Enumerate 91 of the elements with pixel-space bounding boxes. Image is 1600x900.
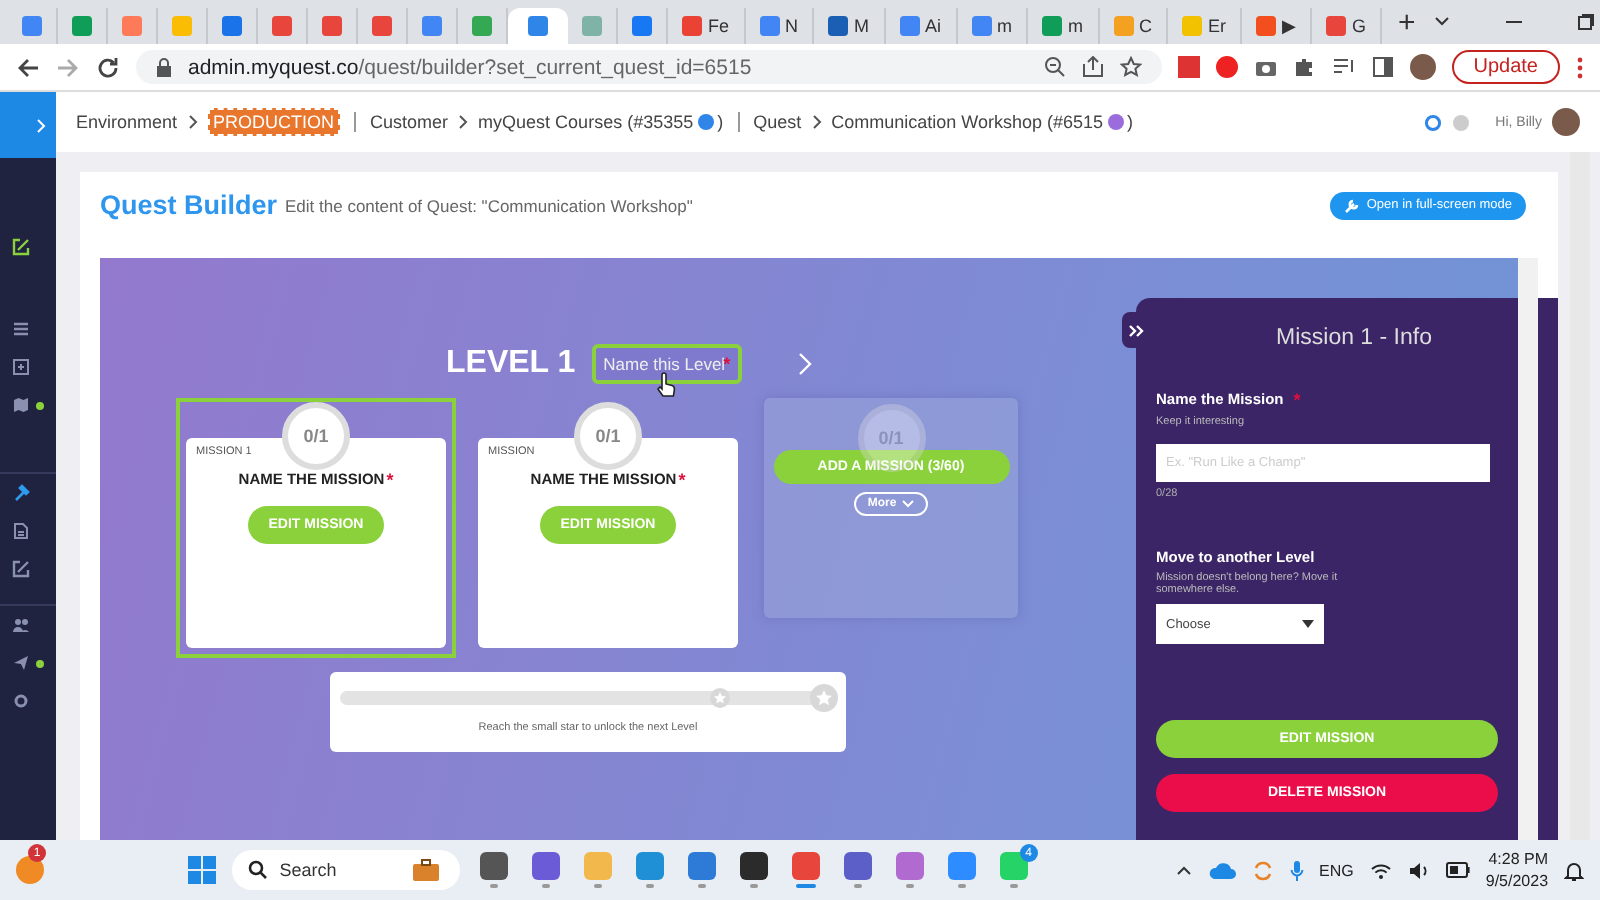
required-mark: * [1293,390,1301,410]
box-icon[interactable] [12,358,30,376]
chevron-right-icon [36,117,48,133]
hand-cursor-icon [655,372,676,398]
clock-time[interactable]: 4:28 PM [1488,848,1549,870]
star-icon[interactable] [1119,56,1142,78]
cloud-icon[interactable] [1207,861,1236,879]
avatar[interactable] [1552,108,1580,136]
tab-title: C [1139,16,1153,36]
clock-date[interactable]: 9/5/2023 [1485,870,1549,892]
tab-title: G [1352,16,1367,36]
breadcrumb-label[interactable]: Customer [370,112,449,132]
chevron-up-icon[interactable] [1175,864,1192,876]
level-title: LEVEL 1 [446,346,576,382]
app-icon[interactable] [479,852,508,880]
chevron-right-icon [811,114,822,130]
page-title: Quest Builder [100,190,278,220]
app-icon[interactable] [739,852,768,880]
page-subtitle: Edit the content of Quest: "Communication Workshop" [285,195,693,215]
required-mark: * [723,354,731,374]
chevron-right-icon[interactable] [798,352,813,376]
battery-icon[interactable] [1445,862,1470,878]
zoom-icon[interactable] [1043,56,1066,78]
panel-title: Mission 1 - Info [1276,326,1432,350]
speaker-icon[interactable] [1407,861,1430,879]
wrench-icon [1344,197,1361,213]
search-field[interactable]: Search [231,850,460,890]
briefcase-icon [411,858,440,882]
mission-counter: 0/1 [574,402,642,470]
edit-icon[interactable] [12,238,30,256]
ring-icon[interactable] [1423,113,1442,131]
edit-icon[interactable] [12,560,30,578]
level-name-input[interactable]: Name this Level [603,354,724,374]
list-icon[interactable] [12,320,30,338]
new-tab-button[interactable]: + [1382,5,1432,39]
double-chevron-icon [1128,323,1144,337]
gear-icon[interactable] [12,692,30,710]
search-icon [247,860,268,880]
microphone-icon[interactable] [1289,859,1304,881]
back-icon[interactable] [16,55,40,79]
puzzle-icon[interactable] [1293,56,1316,78]
share-icon[interactable] [1081,56,1104,78]
breadcrumb-link[interactable]: Communication Workshop (#6515 [831,112,1104,132]
tab-title: Ai [925,16,942,36]
send-icon[interactable] [12,654,30,672]
environment-badge: PRODUCTION [207,108,341,136]
language-indicator[interactable]: ENG [1319,861,1354,879]
chevron-right-icon [458,114,469,130]
sidebar-toggle[interactable] [0,92,56,158]
breadcrumb-label[interactable]: Environment [76,112,178,132]
required-mark: * [678,470,686,490]
bell-icon[interactable] [1564,859,1585,881]
breadcrumb-label[interactable]: Quest [753,112,802,132]
mission-counter: 0/1 [282,402,350,470]
file-icon[interactable] [12,522,30,540]
map-icon[interactable] [12,396,30,414]
start-icon[interactable] [187,856,216,884]
caret-icon [902,500,915,508]
extension-icon[interactable] [1177,56,1200,78]
tab-title: Fe [708,16,730,36]
breadcrumb-label: ) [1127,112,1134,132]
tab-title: m [997,16,1013,36]
wifi-icon[interactable] [1369,861,1392,879]
reload-icon[interactable] [96,55,120,79]
caret-icon [1302,620,1314,628]
tab-title: Er [1208,16,1227,36]
scrollbar[interactable] [1518,258,1538,840]
breadcrumb-label: ) [717,112,724,132]
tab-title: m [1068,16,1084,36]
chevron-right-icon [187,114,198,130]
people-icon[interactable] [12,616,30,634]
extension-icon[interactable] [1215,56,1238,78]
tab-title: M [854,16,870,36]
sync-icon[interactable] [1251,859,1274,881]
required-mark: * [386,470,394,490]
search-input[interactable]: Search [279,860,400,880]
breadcrumb-link[interactable]: myQuest Courses (#35355 [478,112,694,132]
hammer-icon[interactable] [12,484,30,502]
tab-title: N [785,16,799,36]
sidebar-icon[interactable] [1371,56,1394,78]
collapse-panel-button[interactable] [1122,312,1150,348]
browser-tab[interactable] [508,8,568,44]
address-bar[interactable]: admin.myquest.co/quest/builder?set_current_quest_id=6515 [136,50,1162,84]
more-icon[interactable] [1576,55,1584,79]
restore-icon[interactable] [1575,12,1596,32]
update-button[interactable]: Update [1451,50,1560,84]
camera-icon[interactable] [1253,56,1278,78]
lock-icon [156,57,172,77]
avatar[interactable] [1409,54,1436,80]
media-icon[interactable] [1331,56,1356,78]
tab-title: ▶ [1282,16,1297,36]
